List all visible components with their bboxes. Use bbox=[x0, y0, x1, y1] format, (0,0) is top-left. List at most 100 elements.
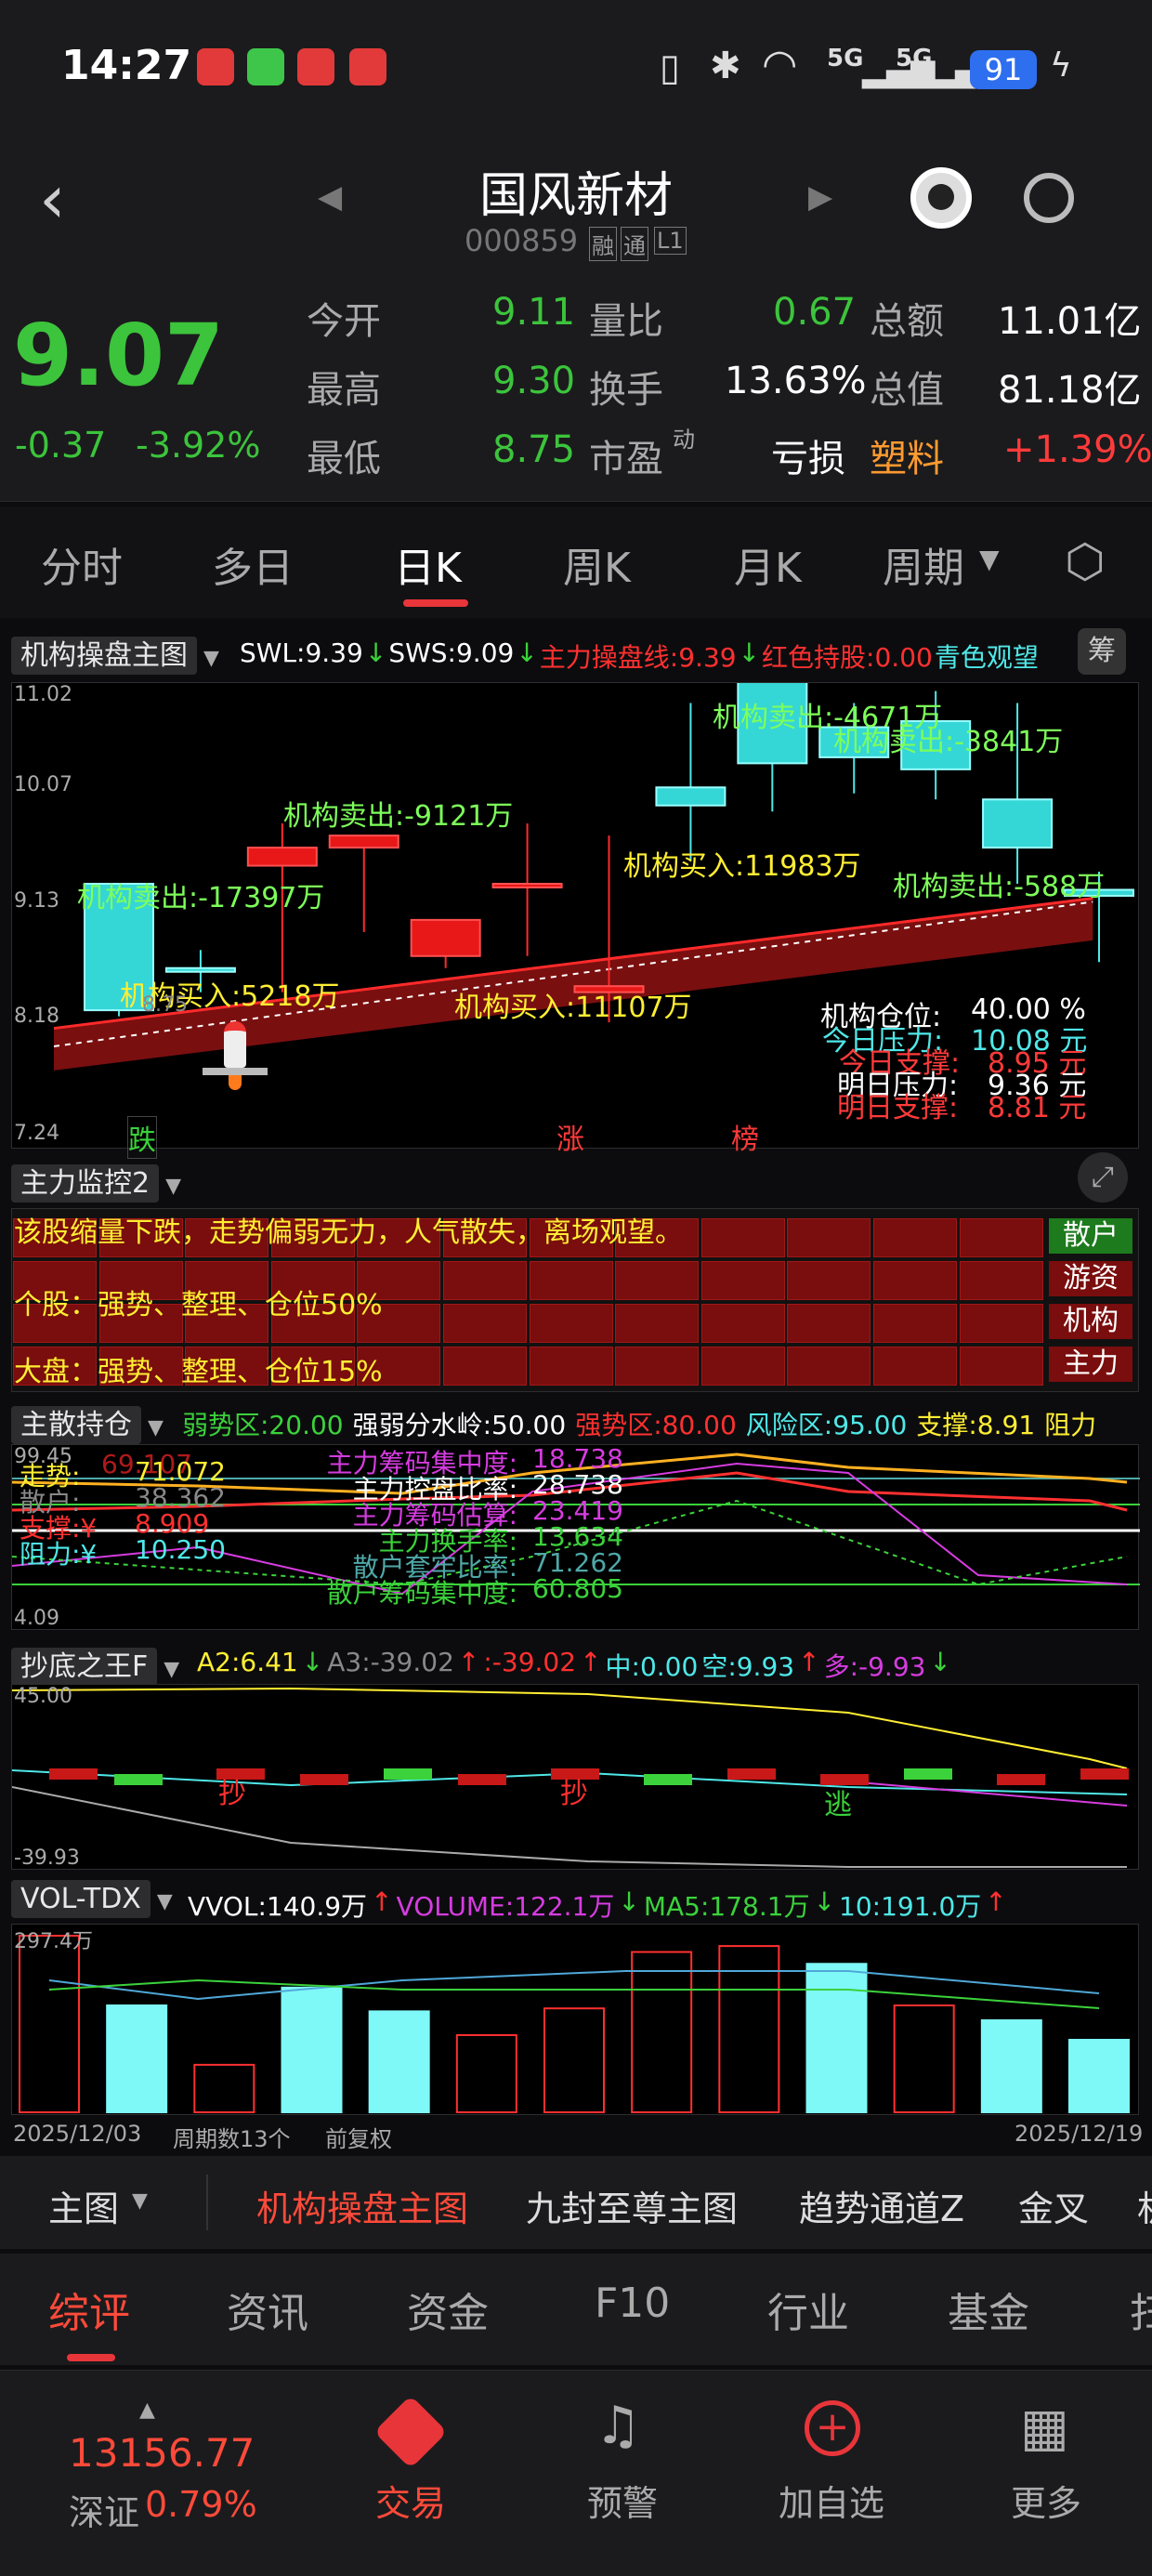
tab-capital[interactable]: 资金 bbox=[407, 2280, 489, 2339]
signal-bar bbox=[1080, 1768, 1129, 1780]
connect-badge: 通 bbox=[621, 227, 648, 261]
nav-trade[interactable]: 交易 bbox=[375, 2475, 446, 2526]
monitor-cell bbox=[787, 1347, 871, 1386]
volume-bar bbox=[631, 1951, 693, 2113]
turnover-rate-label: 换手 bbox=[589, 369, 663, 412]
legend-item: 10:191.0万 bbox=[839, 1891, 982, 1922]
tab-weekly-k[interactable]: 周K bbox=[563, 534, 631, 594]
add-watchlist-icon[interactable]: + bbox=[805, 2400, 860, 2456]
content-tabs: 综评 资讯 资金 F10 行业 基金 扫 bbox=[0, 2254, 1152, 2365]
legend-item: 强弱分水岭:50.00 bbox=[352, 1410, 567, 1440]
chart-annotation: 机构卖出:-9121万 bbox=[283, 800, 514, 833]
market-advice: 大盘：强势、整理、仓位15% bbox=[14, 1356, 383, 1388]
indicator-tab[interactable]: 趋势通道Z bbox=[799, 2180, 964, 2231]
indicator-tab[interactable]: 机 bbox=[1137, 2180, 1152, 2231]
tab-f10[interactable]: F10 bbox=[595, 2280, 670, 2327]
expand-icon[interactable]: ⤢ bbox=[1078, 1152, 1128, 1203]
monitor-cell bbox=[615, 1261, 700, 1300]
indicator-tabs: 主图 ▼ 机构操盘主图 九封至尊主图 趋势通道Z 金叉 机 bbox=[0, 2156, 1152, 2249]
rise-mark: 涨 bbox=[556, 1124, 584, 1156]
monitor-cell bbox=[873, 1304, 957, 1343]
bottom-navigation: ▲ 13156.77 深证 0.79% 交易 ♫ 预警 + 加自选 ▦ 更多 bbox=[0, 2370, 1152, 2576]
search-icon[interactable] bbox=[1024, 173, 1074, 223]
monitor-cell bbox=[959, 1304, 1043, 1343]
tab-period[interactable]: 周期 bbox=[883, 534, 964, 594]
indicator-tab[interactable]: 金叉 bbox=[1018, 2180, 1089, 2231]
low-label: 最低 bbox=[307, 438, 381, 480]
legend-item: 支撑:8.91 bbox=[916, 1410, 1036, 1440]
high-value: 9.30 bbox=[492, 360, 576, 402]
selector-label: VOL-TDX bbox=[11, 1880, 151, 1918]
ma10-line bbox=[48, 1970, 1100, 2001]
tab-more[interactable]: 扫 bbox=[1130, 2280, 1152, 2339]
monitor-selector[interactable]: 主力监控2 ▼ bbox=[11, 1160, 182, 1203]
legend-item: ↓ bbox=[738, 637, 761, 668]
tab-review[interactable]: 综评 bbox=[48, 2280, 130, 2339]
hold-selector[interactable]: 主散持仓 ▼ bbox=[11, 1401, 164, 1444]
status-time: 14:27 bbox=[61, 42, 192, 89]
nav-alert[interactable]: 预警 bbox=[587, 2475, 658, 2526]
tab-industry[interactable]: 行业 bbox=[767, 2280, 849, 2339]
tab-multiday[interactable]: 多日 bbox=[212, 534, 294, 594]
signal-label: 5G bbox=[827, 45, 864, 72]
hold-key: 阻力:¥ bbox=[20, 1539, 98, 1570]
nav-more[interactable]: 更多 bbox=[1011, 2475, 1081, 2526]
open-value: 9.11 bbox=[492, 291, 576, 334]
selector-label: 抄底之王F bbox=[11, 1648, 158, 1686]
monitor-cell bbox=[529, 1347, 613, 1386]
adjust-type[interactable]: 前复权 bbox=[325, 2121, 392, 2153]
vol-ratio-value: 0.67 bbox=[773, 291, 857, 334]
volume-bar bbox=[1068, 2038, 1130, 2113]
signal-bar bbox=[49, 1768, 98, 1780]
candle bbox=[410, 918, 481, 968]
chevron-down-icon[interactable]: ▼ bbox=[132, 2189, 148, 2213]
settings-hexagon-icon[interactable]: ⬡ bbox=[1065, 538, 1106, 585]
grid-icon[interactable]: ▦ bbox=[1020, 2402, 1069, 2454]
y-tick: 7.24 bbox=[14, 1122, 59, 1145]
tab-fund[interactable]: 基金 bbox=[948, 2280, 1029, 2339]
legend-item: ↓ bbox=[516, 637, 538, 668]
nav-add-watchlist[interactable]: 加自选 bbox=[779, 2475, 884, 2526]
main-chart-selector[interactable]: 主图 bbox=[48, 2180, 119, 2231]
chevron-down-icon[interactable]: ▼ bbox=[979, 544, 1000, 574]
indicator-tab-active[interactable]: 机构操盘主图 bbox=[256, 2180, 468, 2231]
signal-bar bbox=[727, 1768, 776, 1780]
quote-panel: 9.07 -0.37 -3.92% 今开 9.11 量比 0.67 总额 11.… bbox=[0, 274, 1152, 502]
y-tick: 11.02 bbox=[14, 683, 72, 706]
chip-distribution-button[interactable]: 筹 bbox=[1078, 628, 1126, 675]
price-change-pct: -3.92% bbox=[136, 425, 261, 466]
legend-item: SWS:9.09 bbox=[388, 637, 515, 668]
indicator-tab[interactable]: 九封至尊主图 bbox=[526, 2180, 738, 2231]
active-tab-indicator bbox=[403, 599, 468, 607]
main-chart-panel[interactable]: 11.02 10.07 9.13 8.18 7.24 机构卖出:-4671万 机… bbox=[11, 654, 1139, 1159]
bell-icon[interactable]: ♫ bbox=[595, 2400, 641, 2452]
status-bar: 14:27 ▯ ✱ ◠ 5G ▂▄▆ 5G ▂▄▆ 91 ϟ bbox=[0, 0, 1152, 139]
legend-item: VOLUME:122.1万 bbox=[396, 1891, 615, 1922]
tab-monthly-k[interactable]: 月K bbox=[734, 534, 802, 594]
stock-name: 国风新材 bbox=[478, 168, 673, 224]
chart-annotation: 机构买入:11983万 bbox=[623, 850, 861, 883]
monitor-cell bbox=[959, 1347, 1043, 1386]
stock-code: 000859 bbox=[465, 223, 579, 258]
monitor-cell bbox=[615, 1304, 700, 1343]
chevron-up-icon[interactable]: ▲ bbox=[139, 2399, 155, 2422]
bottom-indicator-selector[interactable]: 抄底之王F ▼ bbox=[11, 1643, 179, 1686]
tab-intraday[interactable]: 分时 bbox=[41, 534, 123, 594]
sector-name[interactable]: 塑料 bbox=[870, 428, 944, 482]
trade-icon[interactable] bbox=[373, 2395, 448, 2469]
index-value[interactable]: 13156.77 bbox=[69, 2430, 255, 2476]
chevron-down-icon: ▼ bbox=[197, 647, 219, 670]
next-stock-icon[interactable]: ▶ bbox=[808, 178, 832, 216]
legend-item: ↓ bbox=[618, 1886, 640, 1917]
tab-daily-k[interactable]: 日K bbox=[394, 534, 462, 594]
chevron-down-icon: ▼ bbox=[159, 1175, 182, 1198]
candle-body bbox=[164, 966, 236, 973]
main-indicator-selector[interactable]: 机构操盘主图 ▼ bbox=[11, 632, 219, 675]
tab-news[interactable]: 资讯 bbox=[227, 2280, 308, 2339]
legend-item: ↑ bbox=[985, 1886, 1007, 1917]
robot-assistant-icon[interactable] bbox=[910, 167, 972, 229]
legend-item: ↑ bbox=[580, 1647, 602, 1677]
monitor-cell bbox=[787, 1218, 871, 1257]
volume-bar bbox=[19, 1935, 80, 2113]
volume-selector[interactable]: VOL-TDX ▼ bbox=[11, 1880, 173, 1918]
